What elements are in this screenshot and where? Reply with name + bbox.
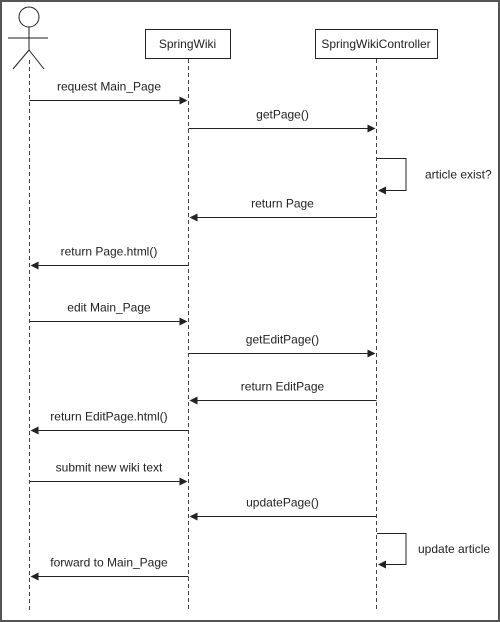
message-label: submit new wiki text: [56, 461, 163, 475]
arrowhead-icon: [30, 261, 39, 270]
message-label: request Main_Page: [57, 80, 161, 94]
diagram-canvas: SpringWiki SpringWikiController request Ma…: [8, 6, 492, 612]
message-label: edit Main_Page: [67, 301, 151, 315]
participant-label: SpringWiki: [159, 37, 216, 51]
arrowhead-icon: [189, 512, 198, 521]
arrowhead-icon: [30, 572, 39, 581]
message-label: update article: [418, 542, 490, 556]
message-label: return EditPage.html(): [50, 410, 167, 424]
sequence-diagram: SpringWiki SpringWikiController request Ma…: [0, 0, 500, 622]
message-label: updatePage(): [246, 496, 319, 510]
arrowhead-icon: [189, 213, 198, 222]
arrowhead-icon: [367, 124, 376, 133]
message-label: getEditPage(): [246, 333, 319, 347]
arrowhead-icon: [179, 317, 188, 326]
message-label: return Page.html(): [61, 245, 158, 259]
message-label: return Page: [251, 197, 314, 211]
self-message-arrow: [377, 158, 407, 191]
message-label: getPage(): [256, 108, 309, 122]
actor-head-icon: [18, 6, 40, 28]
self-message-arrow: [377, 533, 407, 565]
message-label: return EditPage: [241, 380, 325, 394]
actor-leg-icon: [12, 49, 30, 70]
arrowhead-icon: [378, 186, 386, 195]
arrowhead-icon: [179, 477, 188, 486]
arrowhead-icon: [378, 560, 386, 569]
arrowhead-icon: [30, 426, 39, 435]
participant-label: SpringWikiController: [321, 37, 430, 51]
message-label: article exist?: [425, 168, 492, 182]
arrowhead-icon: [189, 396, 198, 405]
arrowhead-icon: [179, 96, 188, 105]
actor-leg-icon: [28, 49, 45, 70]
arrowhead-icon: [367, 349, 376, 358]
message-label: forward to Main_Page: [50, 556, 168, 570]
